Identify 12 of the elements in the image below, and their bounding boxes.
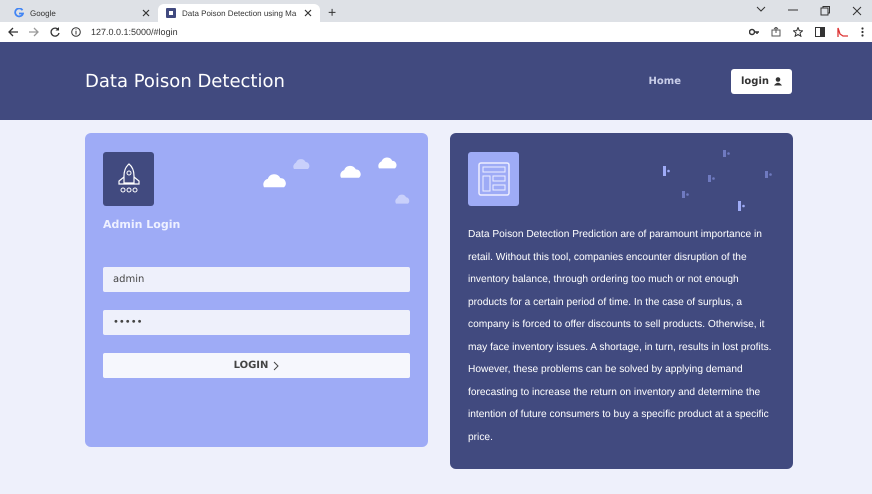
browser-tab[interactable]: Google — [6, 4, 158, 22]
login-button[interactable]: LOGIN — [103, 353, 410, 378]
nav-link[interactable]: login — [730, 68, 792, 94]
address-bar[interactable]: 127.0.0.1:5000/#login — [91, 27, 178, 37]
browser-tab[interactable]: Data Poison Detection using Ma — [158, 4, 320, 22]
nav-link[interactable]: Home — [638, 68, 691, 94]
username-field[interactable]: admin — [103, 267, 410, 292]
new-tab-button[interactable]: + — [328, 4, 336, 20]
login-title: Admin Login — [103, 218, 182, 231]
password-field[interactable]: ••••• — [103, 310, 410, 335]
description-text: Data Poison Detection Prediction are of paramount importance in retail. Without this tool, companies encounter disruption of the inventory balance, through ordering too much or not enough products for a certain period of time. In the case of surplus, a company is forced to offer discounts to sell products. Otherwise, it may face inventory issues. A shortage, in turn, results in lost profits. However, these problems can be solved by applying demand forecasting to increase the return on inventory and determine the intention of future consumers to buy a specific product at a specific price. — [468, 228, 772, 444]
site-title: Data Poison Detection — [85, 70, 286, 92]
